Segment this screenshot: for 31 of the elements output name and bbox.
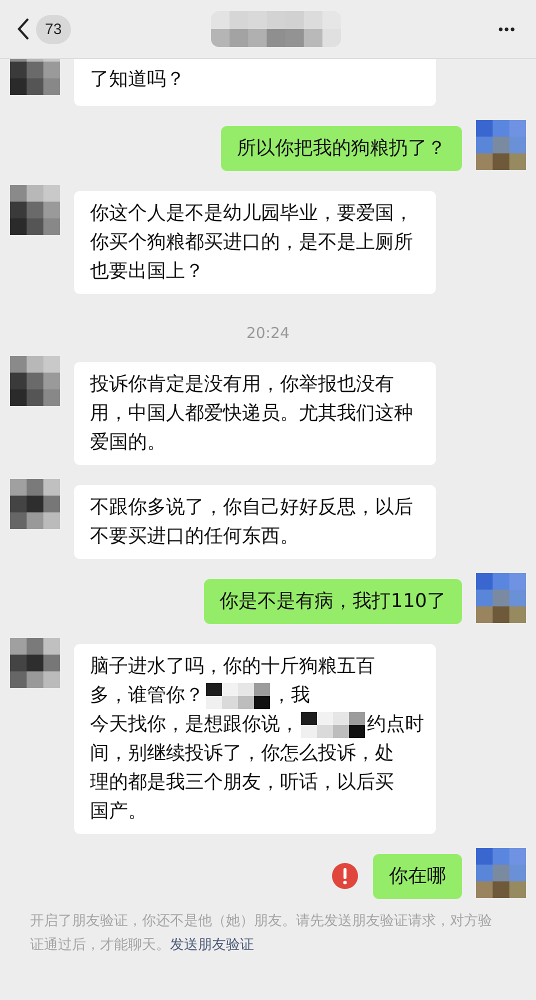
redaction-mosaic [206, 682, 270, 708]
unread-badge: 73 [36, 14, 71, 44]
message-text: 今天找你，是想跟你说， [90, 712, 299, 737]
more-button[interactable]: ••• [492, 20, 522, 38]
message-text: 国产。 [90, 799, 147, 824]
message-text: 你这个人是不是幼儿园毕业，要爱国，你买个狗粮都买进口的，是不是上厕所也要出国上？ [90, 202, 413, 282]
message-text: 所以你把我的狗粮扔了？ [237, 137, 446, 159]
message-text: ，我 [272, 683, 310, 708]
message-text: 多，谁管你？ [90, 683, 204, 708]
message-text: 你是不是有病，我打110了 [220, 590, 446, 612]
back-icon [16, 17, 30, 41]
back-button[interactable]: 73 [16, 14, 71, 44]
avatar [10, 185, 60, 235]
avatar [476, 848, 526, 898]
message-text: 你在哪 [389, 865, 446, 887]
send-verification-link[interactable]: 发送朋友验证 [170, 937, 254, 953]
timestamp: 20:24 [246, 324, 290, 342]
message-text: 脑子进水了吗，你的十斤狗粮五百 [90, 654, 375, 679]
message-text: 不跟你多说了，你自己好好反思，以后不要买进口的任何东西。 [90, 496, 413, 547]
redaction-mosaic [301, 712, 365, 738]
avatar [10, 356, 60, 406]
avatar [10, 479, 60, 529]
avatar [476, 573, 526, 623]
message-text: 了知道吗？ [90, 68, 185, 90]
message-text: 约点时 [367, 712, 424, 737]
system-notice: 开启了朋友验证，你还不是他（她）朋友。请先发送朋友验证请求，对方验证通过后，才能聊天。发送朋友验证 [30, 912, 493, 955]
avatar [476, 120, 526, 170]
message-text: 投诉你肯定是没有用，你举报也没有用，中国人都爱快递员。尤其我们这种爱国的。 [90, 373, 413, 453]
message-text: 理的都是我三个朋友，听话，以后买 [90, 770, 394, 795]
avatar [10, 638, 60, 688]
message-text: 间，别继续投诉了，你怎么投诉，处 [90, 741, 394, 766]
